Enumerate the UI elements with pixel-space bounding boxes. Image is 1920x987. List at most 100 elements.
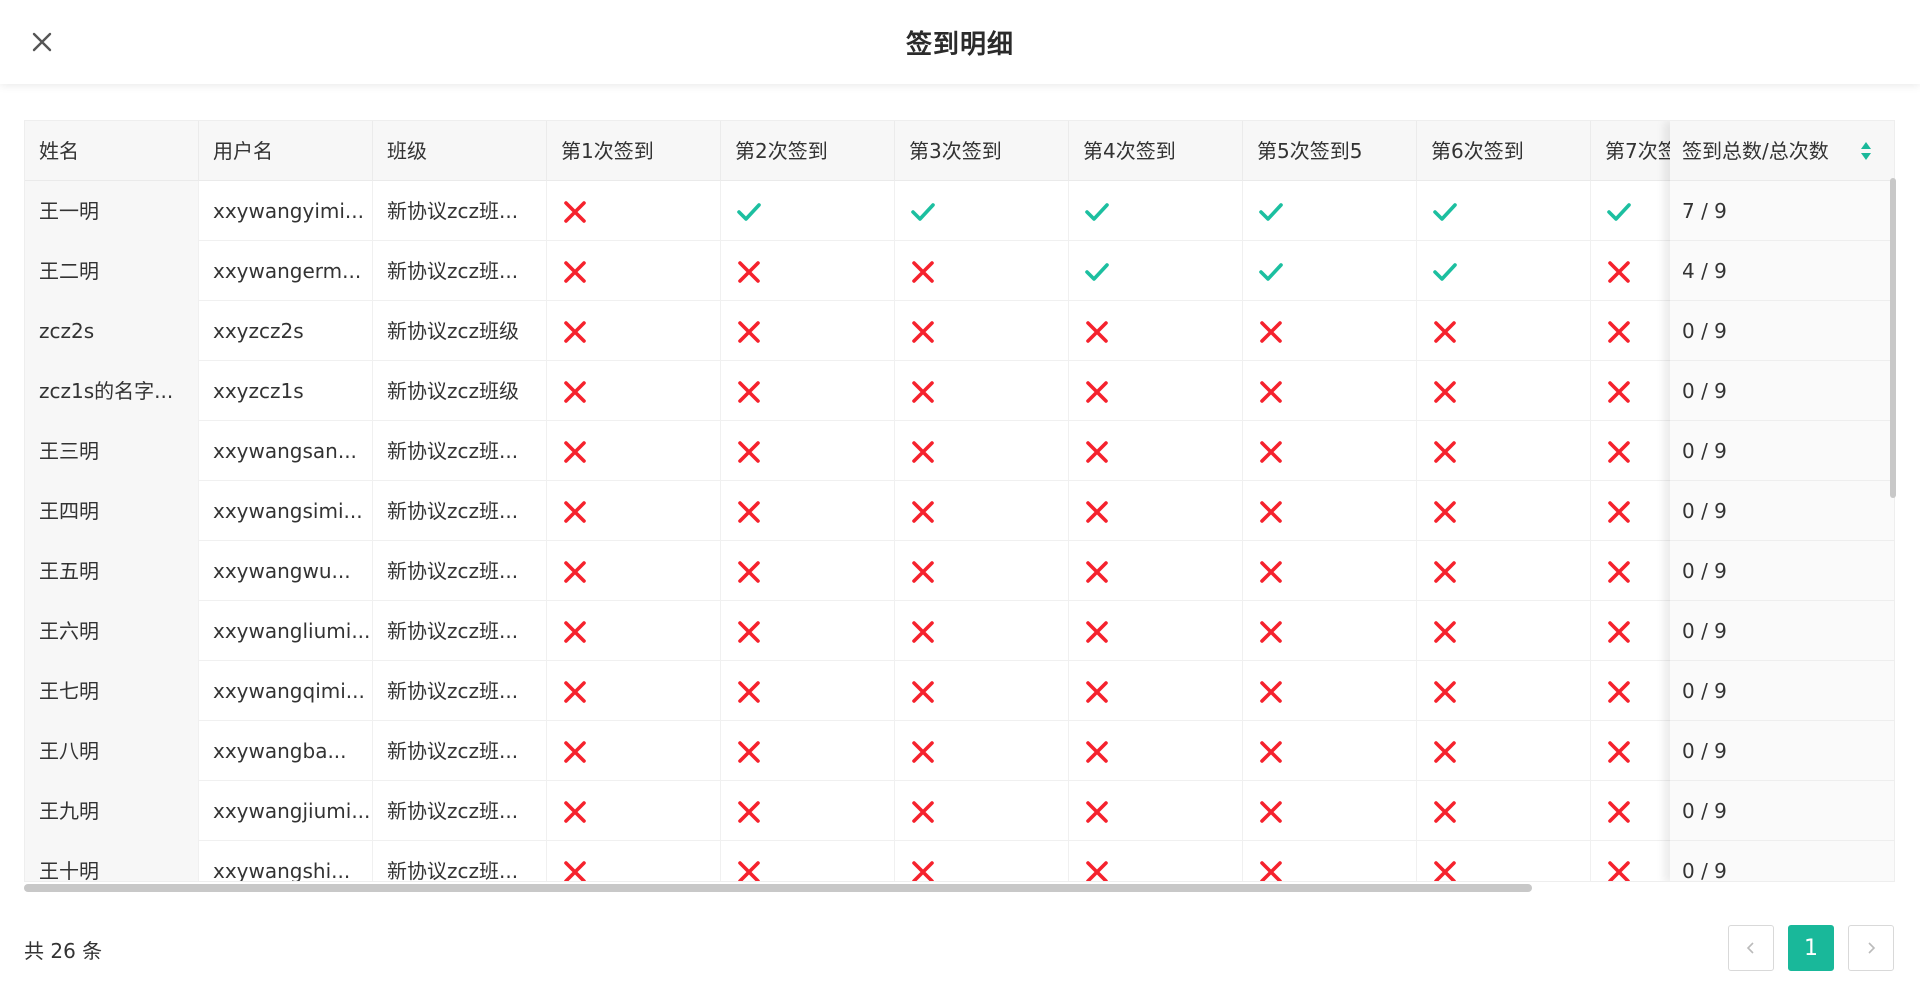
cell-checkin-6 [1417, 421, 1591, 481]
cell-class: 新协议zcz班... [373, 241, 547, 301]
cross-icon [738, 441, 760, 463]
cross-icon [1260, 321, 1282, 343]
cross-icon [738, 681, 760, 703]
cross-icon [1608, 621, 1630, 643]
cell-checkin-5 [1243, 421, 1417, 481]
column-header-3[interactable]: 第1次签到 [547, 121, 721, 181]
cell-class: 新协议zcz班... [373, 541, 547, 601]
cell-checkin-6 [1417, 601, 1591, 661]
cross-icon [1608, 321, 1630, 343]
cell-username: xxywangsimi... [199, 481, 373, 541]
cell-name: 王七明 [25, 661, 199, 721]
cell-checkin-4 [1069, 721, 1243, 781]
cell-checkin-4 [1069, 601, 1243, 661]
check-icon [1259, 263, 1283, 281]
cell-class: 新协议zcz班... [373, 481, 547, 541]
column-header-1[interactable]: 用户名 [199, 121, 373, 181]
cell-checkin-3 [895, 301, 1069, 361]
cell-checkin-4 [1069, 241, 1243, 301]
prev-page-button[interactable] [1728, 925, 1774, 971]
cell-summary: 0 / 9 [1670, 601, 1894, 661]
summary-column-header[interactable]: 签到总数/总次数 [1670, 121, 1894, 181]
summary-column: 签到总数/总次数 7 / 94 / 90 / 90 / 90 / 90 / 90… [1670, 121, 1894, 881]
cell-checkin-2 [721, 601, 895, 661]
cell-checkin-4 [1069, 661, 1243, 721]
cross-icon [738, 561, 760, 583]
cell-checkin-2 [721, 841, 895, 881]
column-header-0[interactable]: 姓名 [25, 121, 199, 181]
cell-class: 新协议zcz班... [373, 601, 547, 661]
cross-icon [564, 621, 586, 643]
cell-checkin-2 [721, 781, 895, 841]
cell-summary: 0 / 9 [1670, 301, 1894, 361]
cell-checkin-3 [895, 781, 1069, 841]
cross-icon [1608, 441, 1630, 463]
column-header-2[interactable]: 班级 [373, 121, 547, 181]
page-button-current[interactable]: 1 [1788, 925, 1834, 971]
check-icon [1259, 203, 1283, 221]
cell-checkin-1 [547, 421, 721, 481]
cell-checkin-5 [1243, 181, 1417, 241]
cross-icon [1608, 261, 1630, 283]
sort-icon[interactable] [1860, 140, 1872, 162]
cell-checkin-6 [1417, 721, 1591, 781]
horizontal-scrollbar[interactable] [24, 884, 1532, 892]
cell-name: 王三明 [25, 421, 199, 481]
cross-icon [912, 681, 934, 703]
cross-icon [1086, 501, 1108, 523]
cell-name: 王一明 [25, 181, 199, 241]
cross-icon [564, 561, 586, 583]
cell-class: 新协议zcz班... [373, 661, 547, 721]
check-icon [1085, 263, 1109, 281]
next-page-button[interactable] [1848, 925, 1894, 971]
cell-class: 新协议zcz班... [373, 721, 547, 781]
column-header-7[interactable]: 第5次签到5 [1243, 121, 1417, 181]
cross-icon [912, 801, 934, 823]
cell-checkin-2 [721, 721, 895, 781]
column-header-4[interactable]: 第2次签到 [721, 121, 895, 181]
table-row: 王四明 xxywangsimi... 新协议zcz班... [25, 481, 1894, 541]
cell-checkin-3 [895, 481, 1069, 541]
column-header-5[interactable]: 第3次签到 [895, 121, 1069, 181]
total-count: 共 26 条 [24, 939, 103, 963]
cell-username: xxywangyimi... [199, 181, 373, 241]
cross-icon [1434, 321, 1456, 343]
cell-checkin-6 [1417, 781, 1591, 841]
cell-checkin-6 [1417, 361, 1591, 421]
check-icon [1433, 263, 1457, 281]
cross-icon [1260, 801, 1282, 823]
vertical-scrollbar[interactable] [1890, 178, 1896, 498]
cell-checkin-6 [1417, 841, 1591, 881]
cell-checkin-1 [547, 241, 721, 301]
cell-checkin-6 [1417, 181, 1591, 241]
cell-checkin-3 [895, 421, 1069, 481]
table-row: 王九明 xxywangjiumi... 新协议zcz班... [25, 781, 1894, 841]
cross-icon [1608, 681, 1630, 703]
cross-icon [564, 261, 586, 283]
column-header-6[interactable]: 第4次签到 [1069, 121, 1243, 181]
cell-summary: 0 / 9 [1670, 541, 1894, 601]
cross-icon [564, 321, 586, 343]
cell-checkin-4 [1069, 481, 1243, 541]
cross-icon [1608, 801, 1630, 823]
table-row: 王一明 xxywangyimi... 新协议zcz班... [25, 181, 1894, 241]
chevron-right-icon [1868, 942, 1876, 954]
cell-summary: 0 / 9 [1670, 361, 1894, 421]
cell-class: 新协议zcz班... [373, 181, 547, 241]
cell-checkin-3 [895, 721, 1069, 781]
cell-checkin-3 [895, 601, 1069, 661]
cross-icon [1086, 321, 1108, 343]
column-header-8[interactable]: 第6次签到 [1417, 121, 1591, 181]
cell-checkin-5 [1243, 661, 1417, 721]
cross-icon [912, 741, 934, 763]
cross-icon [1608, 741, 1630, 763]
cell-summary: 0 / 9 [1670, 481, 1894, 541]
cell-checkin-4 [1069, 421, 1243, 481]
dialog-header: 签到明细 [0, 0, 1920, 84]
table-row: 王六明 xxywangliumi... 新协议zcz班... [25, 601, 1894, 661]
cross-icon [1260, 381, 1282, 403]
cell-username: xxywangqimi... [199, 661, 373, 721]
cross-icon [564, 741, 586, 763]
cross-icon [1086, 681, 1108, 703]
cross-icon [1434, 561, 1456, 583]
